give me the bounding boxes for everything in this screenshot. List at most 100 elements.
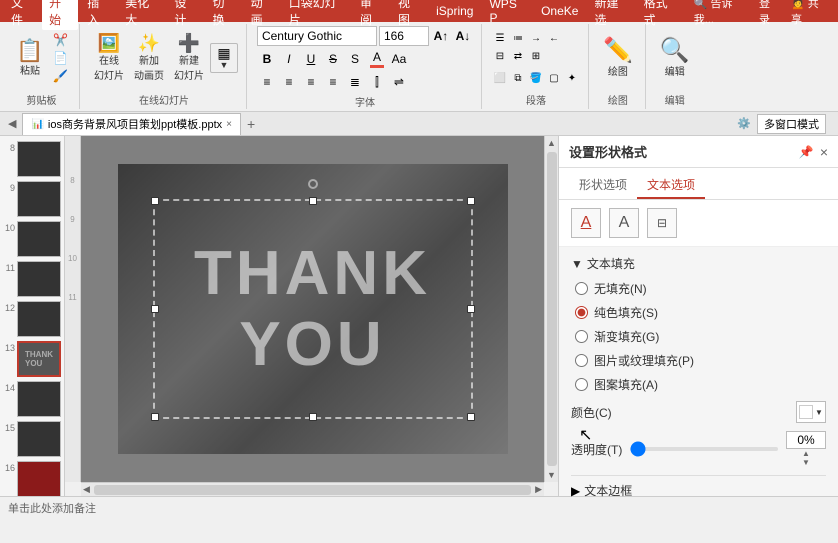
bullet-list-button[interactable]: ☰ <box>492 30 508 46</box>
convert-button[interactable]: ⇄ <box>510 48 526 64</box>
strikethrough-button[interactable]: S <box>323 49 343 69</box>
h-scrollbar[interactable]: ◀ ▶ <box>81 482 544 496</box>
online-slides-button[interactable]: 🖼️ 在线幻灯片 <box>90 32 128 84</box>
handle-bm[interactable] <box>309 413 317 421</box>
decrease-font-button[interactable]: A↓ <box>453 26 473 46</box>
font-color-button[interactable]: A <box>367 49 387 69</box>
slide-thumb-13[interactable]: 13 THANKYOU <box>2 340 62 378</box>
handle-br[interactable] <box>467 413 475 421</box>
handle-tl[interactable] <box>151 197 159 205</box>
no-fill-radio[interactable] <box>575 282 588 295</box>
multi-window-button[interactable]: 多窗口模式 <box>757 114 826 134</box>
text-fill-title[interactable]: ▼ 文本填充 <box>571 255 826 272</box>
align-right-button[interactable]: ≡ <box>301 72 321 92</box>
scroll-right-button[interactable]: ▶ <box>533 482 544 497</box>
scroll-thumb-v[interactable] <box>547 152 557 466</box>
solid-fill-radio[interactable] <box>575 306 588 319</box>
text-align-button[interactable]: ⊟ <box>492 48 508 64</box>
handle-ml[interactable] <box>151 305 159 313</box>
picture-fill-radio[interactable] <box>575 354 588 367</box>
scroll-down-button[interactable]: ▼ <box>545 468 558 482</box>
share-btn[interactable]: 🙍 共享 <box>791 0 826 27</box>
slide-thumb-14[interactable]: 14 <box>2 380 62 418</box>
bold-button[interactable]: B <box>257 49 277 69</box>
effects-button[interactable]: ✦ <box>564 70 580 86</box>
font-shadow-button[interactable]: S <box>345 49 365 69</box>
handle-tm[interactable] <box>309 197 317 205</box>
text-outline-icon-btn[interactable]: A <box>609 208 639 238</box>
indent-decrease-button[interactable]: ← <box>546 30 562 46</box>
scroll-thumb-h[interactable] <box>94 485 531 495</box>
v-scrollbar[interactable]: ▲ ▼ <box>544 136 558 482</box>
edit-label: 编辑 <box>665 63 685 78</box>
search-tell-me[interactable]: 🔍 告诉我... <box>694 0 747 27</box>
slide-thumb-12[interactable]: 12 <box>2 300 62 338</box>
new-animation-button[interactable]: ✨ 新加动画页 <box>130 32 168 84</box>
opacity-value-input[interactable] <box>786 431 826 449</box>
back-button[interactable]: ◀ <box>4 117 20 130</box>
font-size-input[interactable] <box>379 26 429 46</box>
panel-close-button[interactable]: × <box>820 144 828 160</box>
menu-wpsp[interactable]: WPS P <box>482 0 532 27</box>
tab-shape-options[interactable]: 形状选项 <box>569 172 637 199</box>
handle-tr[interactable] <box>467 197 475 205</box>
color-picker-button[interactable]: ▼ <box>796 401 826 423</box>
columns-button[interactable]: ⫿ <box>367 72 387 92</box>
arrange-button[interactable]: ⧉ <box>510 70 526 86</box>
panel-pin-icon[interactable]: 📌 <box>799 145 814 159</box>
edit-button[interactable]: 🔍 编辑 <box>656 37 694 80</box>
text-effects-icon-btn[interactable]: ⊟ <box>647 208 677 238</box>
outline-button[interactable]: ▢ <box>546 70 562 86</box>
text-direction-button[interactable]: ⇌ <box>389 72 409 92</box>
underline-button[interactable]: U <box>301 49 321 69</box>
menu-oneke[interactable]: OneKe <box>534 2 585 20</box>
increase-font-button[interactable]: A↑ <box>431 26 451 46</box>
settings-icon[interactable]: ⚙️ <box>737 117 751 130</box>
slide-thumb-16[interactable]: 16 <box>2 460 62 496</box>
slide-layout-button[interactable]: ▦ ▼ <box>210 43 238 73</box>
slide-thumb-10[interactable]: 10 <box>2 220 62 258</box>
text-fill-icon-btn[interactable]: A <box>571 208 601 238</box>
format-painter-button[interactable]: 🖌️ <box>50 68 71 84</box>
login-btn[interactable]: 登录 <box>759 0 779 27</box>
text-box[interactable]: THANK YOU <box>153 199 473 419</box>
cut-button[interactable]: ✂️ <box>50 32 71 48</box>
tab-text-options[interactable]: 文本选项 <box>637 172 705 199</box>
new-slide-button[interactable]: ➕ 新建幻灯片 <box>170 32 208 84</box>
scroll-left-button[interactable]: ◀ <box>81 482 92 497</box>
opacity-slider[interactable] <box>630 447 778 451</box>
doc-tab-close[interactable]: × <box>226 119 232 130</box>
menu-ispring[interactable]: iSpring <box>429 2 480 20</box>
justify-button[interactable]: ≡ <box>323 72 343 92</box>
handle-mr[interactable] <box>467 305 475 313</box>
italic-button[interactable]: I <box>279 49 299 69</box>
pattern-fill-radio[interactable] <box>575 378 588 391</box>
handle-bl[interactable] <box>151 413 159 421</box>
slide-thumb-15[interactable]: 15 <box>2 420 62 458</box>
copy-button[interactable]: 📄 <box>50 50 71 66</box>
font-size-aa[interactable]: Aa <box>389 49 409 69</box>
slide-thumb-8[interactable]: 8 <box>2 140 62 178</box>
align-center-button[interactable]: ≡ <box>279 72 299 92</box>
canvas-area[interactable]: THANK YOU <box>81 136 544 482</box>
opacity-up-button[interactable]: ▲ <box>802 449 810 458</box>
align-left-button[interactable]: ≡ <box>257 72 277 92</box>
paste-button[interactable]: 📋 粘贴 <box>12 38 48 79</box>
rotate-handle[interactable] <box>308 179 318 189</box>
add-tab-button[interactable]: + <box>247 116 255 132</box>
numbered-list-button[interactable]: ≔ <box>510 30 526 46</box>
slide-thumb-9[interactable]: 9 <box>2 180 62 218</box>
line-spacing-button[interactable]: ≣ <box>345 72 365 92</box>
scroll-up-button[interactable]: ▲ <box>545 136 558 150</box>
shapes-button[interactable]: ⬜ <box>492 70 508 86</box>
opacity-down-button[interactable]: ▼ <box>802 458 810 467</box>
smartart-button[interactable]: ⊞ <box>528 48 544 64</box>
fill-button[interactable]: 🪣 <box>528 70 544 86</box>
slide-thumb-11[interactable]: 11 <box>2 260 62 298</box>
gradient-fill-radio[interactable] <box>575 330 588 343</box>
draw-button[interactable]: ✏️ 绘图 <box>599 37 637 80</box>
font-name-input[interactable] <box>257 26 377 46</box>
indent-increase-button[interactable]: → <box>528 30 544 46</box>
text-border-section[interactable]: ▶ 文本边框 <box>571 475 826 505</box>
doc-tab[interactable]: 📊 ios商务背景风项目策划ppt模板.pptx × <box>22 113 241 135</box>
